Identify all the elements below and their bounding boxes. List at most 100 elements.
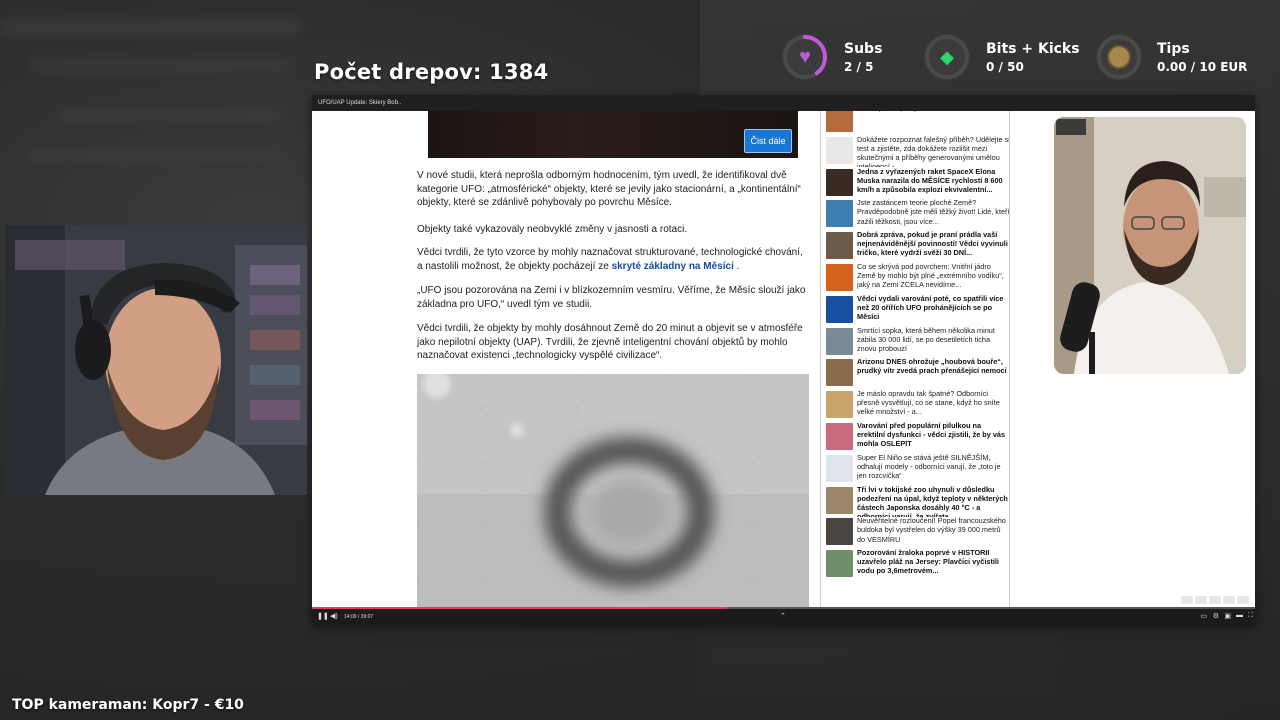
news-headline[interactable]: Tři lvi v tokijské zoo uhynuli v důsledk… (857, 485, 1009, 517)
news-headline[interactable]: Je máslo opravdu tak špatné? Odborníci p… (857, 389, 1009, 421)
chevron-up-icon[interactable]: ⌃ (780, 612, 786, 620)
playback-time: 14:09 / 39:07 (344, 614, 374, 620)
slider-dot[interactable] (1209, 596, 1221, 604)
right-webcam (1054, 117, 1246, 374)
news-thumbnail[interactable] (826, 232, 853, 260)
tips-ring-svg (1097, 35, 1141, 79)
left-webcam-svg (5, 225, 307, 495)
bits-title: Bits + Kicks (986, 40, 1080, 57)
background-smear (60, 110, 280, 120)
article-paragraph: Vědci tvrdili, že objekty by mohly dosáh… (417, 323, 803, 361)
sidebar-news-item[interactable]: Jedna z vyřazených raket SpaceX Elona Mu… (826, 167, 1009, 199)
news-thumbnail[interactable] (826, 454, 853, 482)
news-headline[interactable]: Neuvěřitelné rozloučení! Popel francouzs… (857, 516, 1009, 548)
paragraph-text: Vědci tvrdili, že tyto vzorce by mohly n… (417, 247, 803, 272)
background-smear (30, 60, 290, 70)
sidebar-news-item[interactable]: Tři lvi v tokijské zoo uhynuli v důsledk… (826, 485, 1009, 517)
hidden-moon-base-link[interactable]: skryté základny na Měsíci (612, 261, 734, 272)
slider-dot[interactable] (1237, 596, 1249, 604)
news-thumbnail[interactable] (826, 295, 853, 323)
sidebar-news-item[interactable]: Varování před populární pilulkou na erek… (826, 421, 1009, 453)
sidebar-news-item[interactable]: Pozorování žraloka poprvé v HISTORII uza… (826, 548, 1009, 580)
squat-counter: Počet drepov: 1384 (314, 60, 549, 84)
news-headline[interactable]: Co se skrývá pod povrchem: Vnitřní jádro… (857, 262, 1009, 294)
left-webcam (5, 225, 307, 495)
tips-goal: Tips 0.00 / 10 EUR (1096, 34, 1247, 80)
news-thumbnail[interactable] (826, 423, 853, 450)
news-headline[interactable]: Vědci vydali varování poté, co spatřili … (857, 294, 1009, 326)
news-thumbnail[interactable] (826, 111, 853, 132)
article-paragraph: Vědci tvrdili, že tyto vzorce by mohly n… (417, 246, 809, 273)
article-paragraph: V nové studii, která neprošla odborným h… (417, 170, 801, 208)
news-thumbnail[interactable] (826, 168, 853, 196)
news-headline[interactable]: červený vodopád je... (857, 111, 926, 135)
tips-value: 0.00 / 10 EUR (1157, 59, 1248, 74)
window-title: UFO/UAP Update: Skiery Bob.. (312, 95, 1255, 111)
news-thumbnail[interactable] (826, 391, 853, 419)
slider-dot[interactable] (1195, 596, 1207, 604)
ufo-ring-photo (417, 374, 809, 614)
news-thumbnail[interactable] (826, 136, 853, 164)
video-progress-fill (312, 607, 727, 609)
embedded-video-preview[interactable]: Čist dále (428, 111, 798, 158)
fullscreen-icon[interactable]: ⛶ (1248, 612, 1253, 620)
news-thumbnail[interactable] (826, 264, 853, 291)
theater-icon[interactable]: ▬ (1236, 612, 1243, 619)
sidebar-news-item[interactable]: Super El Niño se stává ještě SILNĚJŠÍM, … (826, 453, 1009, 485)
article-paragraph: „UFO jsou pozorována na Zemi i v blízkoz… (417, 285, 806, 310)
sidebar-news-item[interactable]: Dobrá zpráva, pokud je praní prádla vaší… (826, 230, 1009, 262)
news-thumbnail[interactable] (826, 550, 853, 578)
sidebar-news-item[interactable]: Dokážete rozpoznat falešný příběh? Uděle… (826, 135, 1009, 167)
news-headline[interactable]: Super El Niño se stává ještě SILNĚJŠÍM, … (857, 453, 1009, 485)
slider-dots[interactable] (1181, 596, 1249, 604)
pause-icon[interactable]: ❚❚ (317, 612, 329, 620)
bits-progress-ring: ◆ (924, 34, 970, 80)
slider-dot[interactable] (1223, 596, 1235, 604)
sidebar-news-item[interactable]: Je máslo opravdu tak špatné? Odborníci p… (826, 389, 1009, 421)
subs-title: Subs (844, 40, 883, 57)
news-thumbnail[interactable] (826, 327, 853, 355)
subs-goal: ♥ Subs 2 / 5 (782, 34, 882, 80)
news-headline[interactable]: Pozorování žraloka poprvé v HISTORII uza… (857, 548, 1009, 580)
sidebar-news-item[interactable]: Co se skrývá pod povrchem: Vnitřní jádro… (826, 262, 1009, 294)
subs-progress-ring: ♥ (782, 34, 828, 80)
video-progress-bar[interactable] (312, 607, 1255, 609)
read-more-button[interactable]: Čist dále (744, 129, 792, 153)
sidebar-news-item[interactable]: Vědci vydali varování poté, co spatřili … (826, 294, 1009, 326)
tips-progress-ring (1096, 34, 1142, 80)
related-news-sidebar[interactable]: červený vodopád je...Dokážete rozpoznat … (820, 111, 1010, 609)
tips-title: Tips (1157, 40, 1190, 57)
sidebar-news-item[interactable]: Arizonu DNES ohrožuje „houbová bouře“, p… (826, 357, 1009, 389)
ufo-photo-svg (417, 374, 809, 614)
right-webcam-svg (1054, 117, 1246, 374)
video-player-controls: ❚❚ ◀) 14:09 / 39:07 ⌃ ▭ ⚙ ▣ ▬ ⛶ (312, 607, 1255, 625)
news-thumbnail[interactable] (826, 200, 853, 228)
news-thumbnail[interactable] (826, 518, 853, 546)
miniplayer-icon[interactable]: ▣ (1224, 612, 1231, 620)
sidebar-news-item[interactable]: červený vodopád je... (826, 111, 1009, 135)
background-smear (0, 20, 300, 34)
captions-icon[interactable]: ▭ (1200, 612, 1207, 620)
news-headline[interactable]: Jste zastáncem teorie ploché Země? Pravd… (857, 198, 1009, 230)
news-headline[interactable]: Dokážete rozpoznat falešný příběh? Uděle… (857, 135, 1009, 167)
gem-icon: ◆ (940, 47, 954, 67)
news-headline[interactable]: Smrtící sopka, která během několika minu… (857, 326, 1009, 358)
volume-icon[interactable]: ◀) (330, 612, 338, 620)
news-headline[interactable]: Varování před populární pilulkou na erek… (857, 421, 1009, 453)
gear-icon[interactable]: ⚙ (1213, 612, 1219, 620)
bits-value: 0 / 50 (986, 59, 1024, 74)
slider-dot[interactable] (1181, 596, 1193, 604)
sidebar-news-item[interactable]: Smrtící sopka, která během několika minu… (826, 326, 1009, 358)
article-paragraph: Objekty také vykazovaly neobvyklé změny … (417, 224, 688, 235)
heart-icon: ♥ (799, 46, 811, 68)
top-cameraman-label: TOP kameraman: Kopr7 - €10 (12, 697, 244, 713)
news-headline[interactable]: Dobrá zpráva, pokud je praní prádla vaší… (857, 230, 1009, 262)
sidebar-news-item[interactable]: Jste zastáncem teorie ploché Země? Pravd… (826, 198, 1009, 230)
news-thumbnail[interactable] (826, 486, 853, 514)
background-smear (30, 150, 280, 160)
news-headline[interactable]: Arizonu DNES ohrožuje „houbová bouře“, p… (857, 357, 1009, 389)
sidebar-news-item[interactable]: Neuvěřitelné rozloučení! Popel francouzs… (826, 516, 1009, 548)
subs-value: 2 / 5 (844, 59, 874, 74)
news-headline[interactable]: Jedna z vyřazených raket SpaceX Elona Mu… (857, 167, 1009, 199)
news-thumbnail[interactable] (826, 359, 853, 387)
